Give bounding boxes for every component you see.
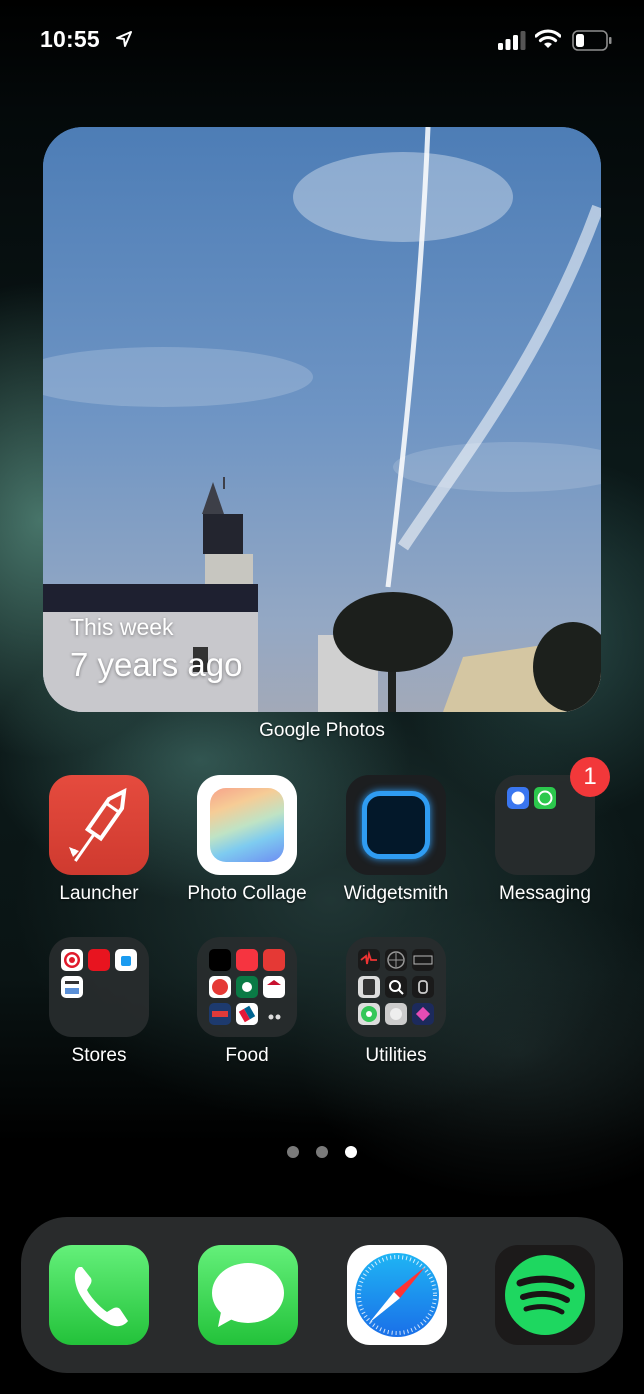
find-my-icon [358,1003,380,1025]
folder-stores[interactable]: Stores [29,937,169,1067]
dock-app-safari[interactable] [347,1245,447,1345]
notification-badge: 1 [570,757,610,797]
status-time: 10:55 [40,26,100,52]
target-icon [61,949,83,971]
snkrs-icon [88,949,110,971]
dock [21,1217,623,1373]
google-photos-widget[interactable]: This week 7 years ago [43,127,601,712]
dock-app-spotify[interactable] [495,1245,595,1345]
folder-food[interactable]: Food [177,937,317,1067]
messages-icon [212,1263,284,1327]
app-label: Launcher [59,883,139,904]
voice-memos-icon [358,949,380,971]
phone-icon [74,1267,128,1327]
widget-label: Google Photos [259,720,385,741]
app-widgetsmith[interactable]: Widgetsmith [326,775,466,905]
app-photo-collage[interactable]: Photo Collage [177,775,317,905]
shortcuts-icon [412,1003,434,1025]
folder-utilities[interactable]: Utilities [326,937,466,1067]
app-label: Food [225,1045,269,1066]
jersey-mikes-icon [209,1003,231,1025]
amazon-icon [61,976,83,998]
app-label: Utilities [365,1045,427,1066]
spotify-icon [505,1255,585,1335]
compass-icon [385,949,407,971]
apple-store-icon [115,949,137,971]
photo-collage-icon [197,775,297,875]
page-dot-current[interactable] [345,1146,357,1158]
signal-icon [507,787,529,809]
rocket-icon [49,775,149,875]
starbucks-icon [236,976,258,998]
postmates-icon [209,976,231,998]
wifi-icon [535,29,561,48]
cellular-signal-icon [498,31,526,50]
page-dot[interactable] [316,1146,328,1158]
whatsapp-icon [534,787,556,809]
page-indicator[interactable] [0,1146,644,1158]
app-label: Photo Collage [187,883,307,904]
dock-app-messages[interactable] [198,1245,298,1345]
app-label: Widgetsmith [343,883,449,904]
courier-icon [263,1003,285,1025]
app-launcher[interactable]: Launcher [29,775,169,905]
memory-title: 7 years ago [70,646,243,683]
pizza-hut-icon [263,976,285,998]
measure-icon [412,949,434,971]
battery-icon [572,30,612,51]
calculator-icon [358,976,380,998]
memory-caption: This week 7 years ago [70,614,242,684]
magnifier-icon [385,976,407,998]
safari-compass-icon [355,1253,439,1337]
dominos-icon [236,1003,258,1025]
folder-icon [346,937,446,1037]
grubhub-icon [236,949,258,971]
page-dot[interactable] [287,1146,299,1158]
memory-subtitle: This week [70,614,174,640]
app-label: Messaging [499,883,591,904]
widgetsmith-icon [346,775,446,875]
bjs-icon [263,949,285,971]
dock-app-phone[interactable] [49,1245,149,1345]
location-arrow-icon [116,31,132,47]
folder-icon [197,937,297,1037]
contacts-icon [385,1003,407,1025]
uber-eats-icon [209,949,231,971]
status-bar: 10:55 [0,0,644,80]
folder-icon [49,937,149,1037]
app-label: Stores [71,1045,127,1066]
watch-icon [412,976,434,998]
